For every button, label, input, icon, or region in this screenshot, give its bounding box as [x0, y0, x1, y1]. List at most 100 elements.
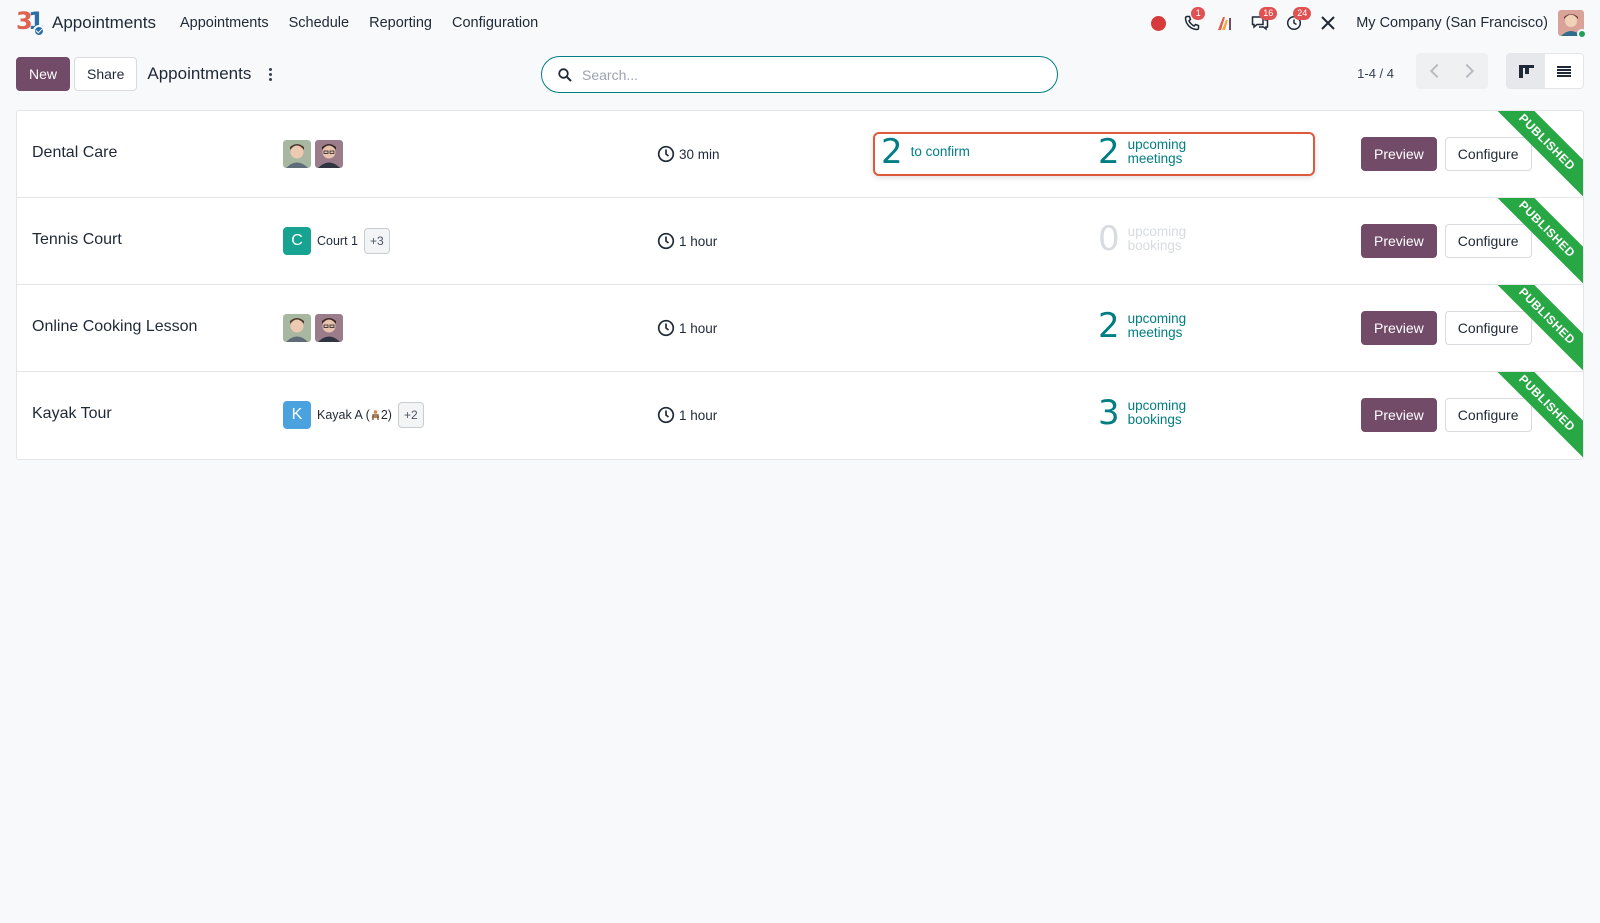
seat-icon [371, 409, 380, 420]
menu-item-reporting[interactable]: Reporting [359, 15, 442, 31]
phone-icon[interactable]: 1 [1178, 7, 1206, 37]
clock-icon [657, 232, 675, 250]
appointment-row-online-cooking-lesson[interactable]: Online Cooking Lesson 1 hour 2 upcoming … [17, 285, 1583, 372]
stat-label: upcoming meetings [1127, 311, 1187, 340]
user-avatar-icon [283, 314, 311, 342]
pager-next-icon[interactable] [1459, 63, 1475, 79]
duration: 1 hour [657, 406, 717, 424]
top-navbar: 31 Appointments Appointments Schedule Re… [0, 0, 1600, 46]
duration-value: 1 hour [679, 407, 718, 423]
preview-button[interactable]: Preview [1361, 398, 1437, 432]
duration-value: 30 min [679, 146, 720, 162]
user-avatar-icon [315, 314, 343, 342]
pager-value[interactable]: 1-4 / 4 [1357, 66, 1394, 81]
tools-icon[interactable] [1314, 9, 1342, 37]
search-input[interactable] [582, 66, 1022, 83]
configure-button[interactable]: Configure [1444, 137, 1532, 171]
activities-badge: 24 [1293, 7, 1312, 20]
duration: 1 hour [657, 232, 717, 250]
stat-upcoming-bookings[interactable]: 3 upcoming bookings [1098, 396, 1198, 430]
kanban-view-button[interactable] [1507, 54, 1545, 88]
duration: 30 min [657, 145, 720, 163]
assigned-resources: K Kayak A (2) +2 [283, 401, 424, 429]
row-actions: Preview Configure [1361, 398, 1532, 432]
stat-label: upcoming bookings [1127, 398, 1187, 427]
resource-initial-tile: K [283, 401, 311, 429]
resource-label: Court 1 [317, 234, 358, 248]
clock-icon [657, 319, 675, 337]
share-button[interactable]: Share [74, 57, 138, 91]
search-icon [558, 67, 572, 82]
appointment-row-kayak-tour[interactable]: Kayak Tour K Kayak A (2) +2 1 hour 3 upc… [17, 372, 1583, 459]
row-actions: Preview Configure [1361, 137, 1532, 171]
record-icon[interactable] [1144, 9, 1172, 37]
stat-number: 3 [1098, 393, 1120, 433]
messages-icon[interactable]: 16 [1246, 7, 1278, 37]
preview-button[interactable]: Preview [1361, 137, 1437, 171]
list-icon [1557, 65, 1571, 77]
online-status-icon [1577, 29, 1587, 39]
messages-badge: 16 [1259, 7, 1278, 20]
row-actions: Preview Configure [1361, 224, 1532, 258]
appointment-name: Tennis Court [32, 231, 122, 248]
clock-icon [657, 406, 675, 424]
pager-previous-icon[interactable] [1429, 63, 1445, 79]
appointment-list: Dental Care 30 min 2 to confirm 2 upcomi… [16, 110, 1584, 460]
stat-number: 2 [881, 132, 903, 172]
user-avatar-icon [315, 140, 343, 168]
view-switcher [1506, 53, 1584, 89]
app-brand[interactable]: 31 Appointments [16, 7, 156, 37]
stat-upcoming-meetings[interactable]: 2 upcoming meetings [1098, 135, 1198, 169]
more-resources-badge[interactable]: +2 [397, 402, 424, 428]
user-avatar-icon [283, 140, 311, 168]
menu-item-schedule[interactable]: Schedule [279, 15, 359, 31]
stat-upcoming-bookings[interactable]: 0 upcoming bookings [1098, 222, 1198, 256]
activities-icon[interactable]: 24 [1280, 7, 1312, 37]
row-actions: Preview Configure [1361, 311, 1532, 345]
resource-label-suffix: 2) [380, 408, 392, 422]
list-view-button[interactable] [1545, 54, 1583, 88]
control-panel: New Share Appointments 1-4 / 4 [0, 46, 1600, 102]
new-button[interactable]: New [16, 57, 71, 91]
app-name: Appointments [52, 13, 156, 32]
stat-upcoming-meetings[interactable]: 2 upcoming meetings [1098, 309, 1198, 343]
assigned-users [283, 314, 343, 342]
configure-button[interactable]: Configure [1444, 311, 1532, 345]
page-title: Appointments [147, 64, 252, 83]
more-resources-badge[interactable]: +3 [364, 228, 390, 254]
ai-icon[interactable] [1212, 9, 1240, 37]
menu-item-configuration[interactable]: Configuration [442, 15, 548, 31]
configure-button[interactable]: Configure [1444, 398, 1532, 432]
company-switcher[interactable]: My Company (San Francisco) [1356, 15, 1548, 31]
stat-number: 0 [1098, 219, 1120, 259]
assigned-resources: C Court 1 +3 [283, 227, 390, 255]
preview-button[interactable]: Preview [1361, 224, 1437, 258]
stat-number: 2 [1098, 132, 1120, 172]
appointment-row-dental-care[interactable]: Dental Care 30 min 2 to confirm 2 upcomi… [17, 111, 1583, 198]
duration-value: 1 hour [679, 233, 718, 249]
kanban-icon [1518, 64, 1534, 78]
phone-badge: 1 [1191, 7, 1206, 20]
menu-item-appointments[interactable]: Appointments [170, 15, 279, 31]
stat-label: upcoming bookings [1127, 224, 1187, 253]
main-menu: Appointments Schedule Reporting Configur… [170, 15, 548, 31]
preview-button[interactable]: Preview [1361, 311, 1437, 345]
appointments-app-icon: 31 [16, 7, 45, 37]
systray: 1 16 24 My Company (San Francisco) [1138, 7, 1587, 39]
appointment-name: Online Cooking Lesson [32, 318, 198, 335]
search-bar [541, 56, 1058, 93]
duration-value: 1 hour [679, 320, 718, 336]
clock-icon [657, 145, 675, 163]
appointment-name: Kayak Tour [32, 405, 112, 422]
user-avatar[interactable] [1558, 10, 1587, 39]
duration: 1 hour [657, 319, 717, 337]
configure-button[interactable]: Configure [1444, 224, 1532, 258]
stat-label: upcoming meetings [1127, 137, 1187, 166]
appointment-name: Dental Care [32, 144, 118, 161]
stat-to-confirm[interactable]: 2 to confirm [881, 135, 981, 169]
resource-label: Kayak A (2) [317, 408, 392, 422]
actions-menu-icon[interactable] [265, 64, 276, 85]
appointment-row-tennis-court[interactable]: Tennis Court C Court 1 +3 1 hour 0 upcom… [17, 198, 1583, 285]
stat-label: to confirm [910, 144, 970, 159]
resource-initial-tile: C [283, 227, 311, 255]
